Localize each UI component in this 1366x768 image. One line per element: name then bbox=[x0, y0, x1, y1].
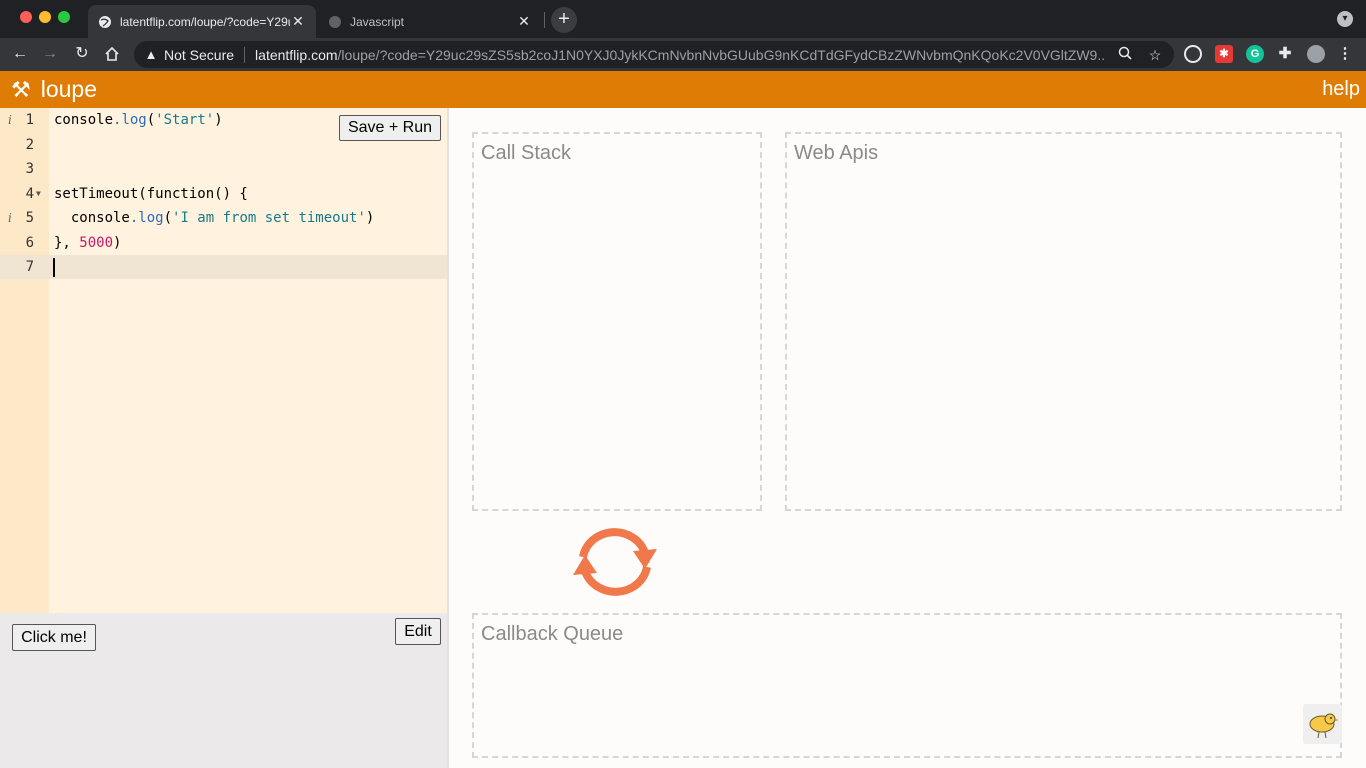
click-me-button[interactable]: Click me! bbox=[12, 624, 96, 651]
close-window-button[interactable] bbox=[20, 11, 32, 23]
line-number: 7 bbox=[25, 259, 34, 275]
zoom-icon[interactable] bbox=[1116, 46, 1134, 64]
url-host: latentflip.com bbox=[255, 46, 338, 63]
line-number: 5 bbox=[25, 210, 34, 226]
menu-icon[interactable]: ⋮ bbox=[1336, 45, 1354, 63]
call-stack-label: Call Stack bbox=[481, 142, 572, 164]
puzzle-icon[interactable]: ✚ bbox=[1276, 45, 1294, 63]
code-text: console.log('Start') bbox=[54, 112, 223, 128]
browser-tab-active[interactable]: latentflip.com/loupe/?code=Y29uc29s ✕ bbox=[88, 5, 316, 38]
tab-search-icon[interactable]: ▾ bbox=[1337, 11, 1353, 27]
browser-tab-inactive[interactable]: Javascript ✕ bbox=[318, 5, 542, 38]
omnibox-separator bbox=[244, 46, 246, 63]
code-text: }, 5000) bbox=[54, 234, 122, 251]
line-number: 4 bbox=[25, 185, 34, 202]
maximize-window-button[interactable] bbox=[58, 11, 70, 23]
browser-toolbar: ← → ↻ ▲ Not Secure latentflip.com/loupe/… bbox=[0, 38, 1366, 71]
extension-icon[interactable]: ✱ bbox=[1215, 45, 1233, 63]
line-number: 6 bbox=[25, 234, 34, 251]
code-editor[interactable]: i 1 console.log('Start') 2 3 4 ▼ setTime… bbox=[0, 108, 447, 613]
help-link[interactable]: help bbox=[1322, 78, 1360, 101]
warning-icon: ▲ bbox=[144, 47, 158, 62]
line-number: 3 bbox=[25, 161, 34, 177]
code-line[interactable]: 6 }, 5000) bbox=[0, 231, 447, 255]
reload-icon[interactable]: ↻ bbox=[70, 42, 94, 66]
url-text: latentflip.com/loupe/?code=Y29uc29sZS5sb… bbox=[255, 47, 1105, 63]
globe-icon bbox=[98, 15, 112, 29]
new-tab-button[interactable]: + bbox=[551, 7, 577, 33]
code-text: setTimeout(function() { bbox=[54, 185, 248, 202]
text-cursor bbox=[53, 258, 55, 277]
event-loop-icon bbox=[573, 528, 657, 596]
star-icon[interactable]: ☆ bbox=[1146, 46, 1164, 64]
call-stack-panel: Call Stack bbox=[472, 132, 762, 511]
tools-icon: ⚒ bbox=[11, 76, 31, 102]
tab-title: latentflip.com/loupe/?code=Y29uc29s bbox=[120, 14, 290, 29]
globe-icon bbox=[328, 15, 342, 29]
callback-queue-panel: Callback Queue bbox=[472, 613, 1342, 758]
address-bar[interactable]: ▲ Not Secure latentflip.com/loupe/?code=… bbox=[134, 41, 1174, 68]
code-line[interactable]: 4 ▼ setTimeout(function() { bbox=[0, 182, 447, 206]
app-header: ⚒ loupe help bbox=[0, 71, 1366, 108]
fold-arrow-icon[interactable]: ▼ bbox=[36, 182, 41, 206]
save-run-button[interactable]: Save + Run bbox=[339, 115, 441, 141]
close-tab-icon[interactable]: ✕ bbox=[516, 13, 532, 30]
back-icon[interactable]: ← bbox=[8, 42, 32, 66]
close-tab-icon[interactable]: ✕ bbox=[290, 13, 306, 30]
bird-icon[interactable] bbox=[1303, 704, 1342, 744]
web-apis-panel: Web Apis bbox=[785, 132, 1342, 511]
forward-icon[interactable]: → bbox=[38, 42, 62, 66]
app-logo[interactable]: ⚒ loupe bbox=[11, 76, 97, 103]
code-line[interactable]: i 5 console.log('I am from set timeout') bbox=[0, 206, 447, 230]
profile-avatar[interactable] bbox=[1307, 45, 1325, 63]
tab-title: Javascript bbox=[350, 14, 405, 29]
line-number: 2 bbox=[25, 136, 34, 153]
edit-button[interactable]: Edit bbox=[395, 618, 441, 645]
panel-divider[interactable] bbox=[447, 108, 449, 768]
browser-tab-bar: latentflip.com/loupe/?code=Y29uc29s ✕ Ja… bbox=[0, 0, 1366, 38]
web-apis-label: Web Apis bbox=[794, 142, 879, 164]
minimize-window-button[interactable] bbox=[39, 11, 51, 23]
grammarly-icon[interactable]: G bbox=[1246, 45, 1264, 63]
home-icon[interactable] bbox=[100, 42, 124, 66]
extension-icon[interactable] bbox=[1184, 45, 1202, 63]
code-line-active[interactable]: 7 bbox=[0, 255, 447, 279]
code-line[interactable]: 3 bbox=[0, 157, 447, 181]
url-path: /loupe/?code=Y29uc29sZS5sb2coJ1N0YXJ0Jyk… bbox=[337, 46, 1106, 63]
code-text: console.log('I am from set timeout') bbox=[54, 210, 375, 226]
security-label: Not Secure bbox=[164, 46, 235, 63]
callback-queue-label: Callback Queue bbox=[481, 623, 624, 645]
app-name: loupe bbox=[40, 76, 98, 102]
tab-separator bbox=[544, 12, 545, 28]
line-number: 1 bbox=[25, 112, 34, 128]
